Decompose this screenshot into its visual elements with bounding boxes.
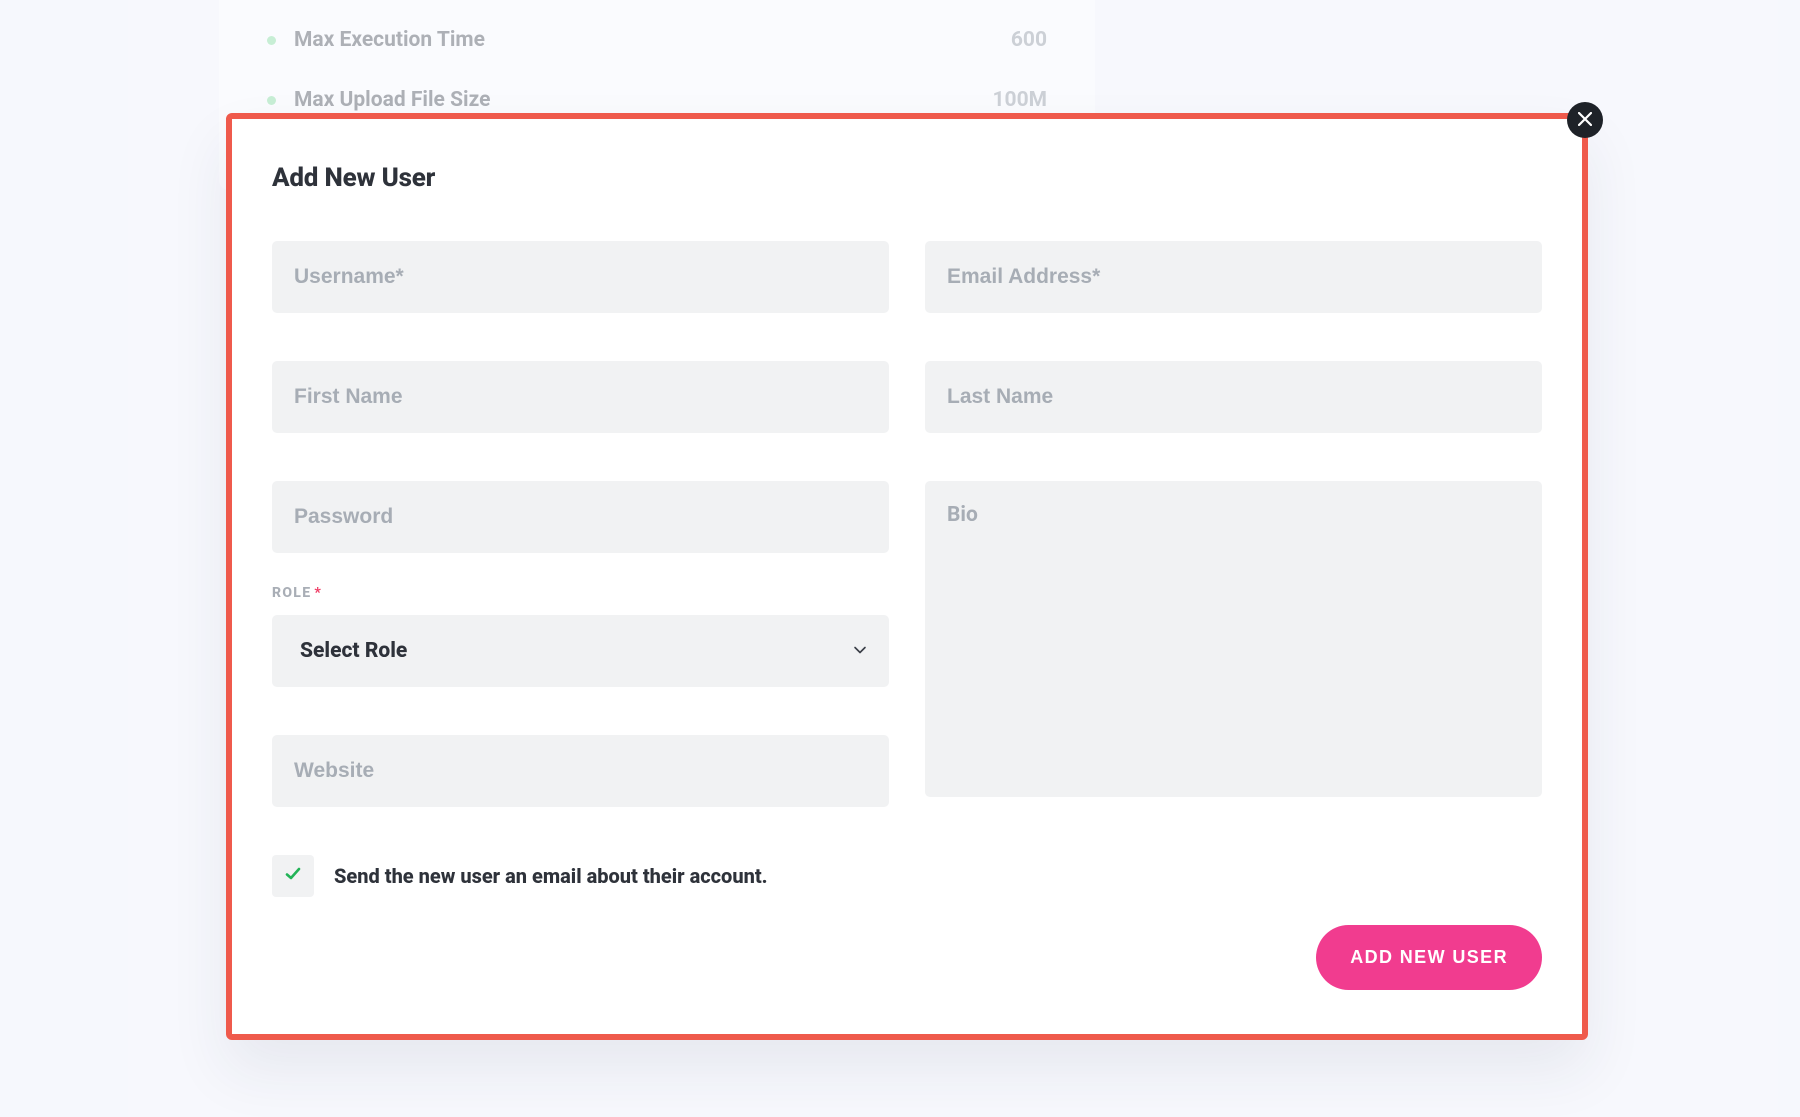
add-user-modal: Add New User ROLE* Select Role — [226, 113, 1588, 1040]
check-icon — [284, 865, 302, 887]
send-email-label: Send the new user an email about their a… — [334, 864, 768, 888]
role-selected-value: Select Role — [300, 639, 407, 663]
role-label: ROLE* — [272, 585, 889, 601]
close-button[interactable] — [1567, 102, 1603, 138]
username-input[interactable] — [272, 241, 889, 313]
first-name-input[interactable] — [272, 361, 889, 433]
email-input[interactable] — [925, 241, 1542, 313]
role-select[interactable]: Select Role — [272, 615, 889, 687]
bio-textarea[interactable] — [925, 481, 1542, 797]
add-new-user-button[interactable]: ADD NEW USER — [1316, 925, 1542, 990]
send-email-checkbox[interactable] — [272, 855, 314, 897]
last-name-input[interactable] — [925, 361, 1542, 433]
website-input[interactable] — [272, 735, 889, 807]
modal-title: Add New User — [272, 163, 1542, 193]
password-input[interactable] — [272, 481, 889, 553]
close-icon — [1578, 111, 1592, 130]
